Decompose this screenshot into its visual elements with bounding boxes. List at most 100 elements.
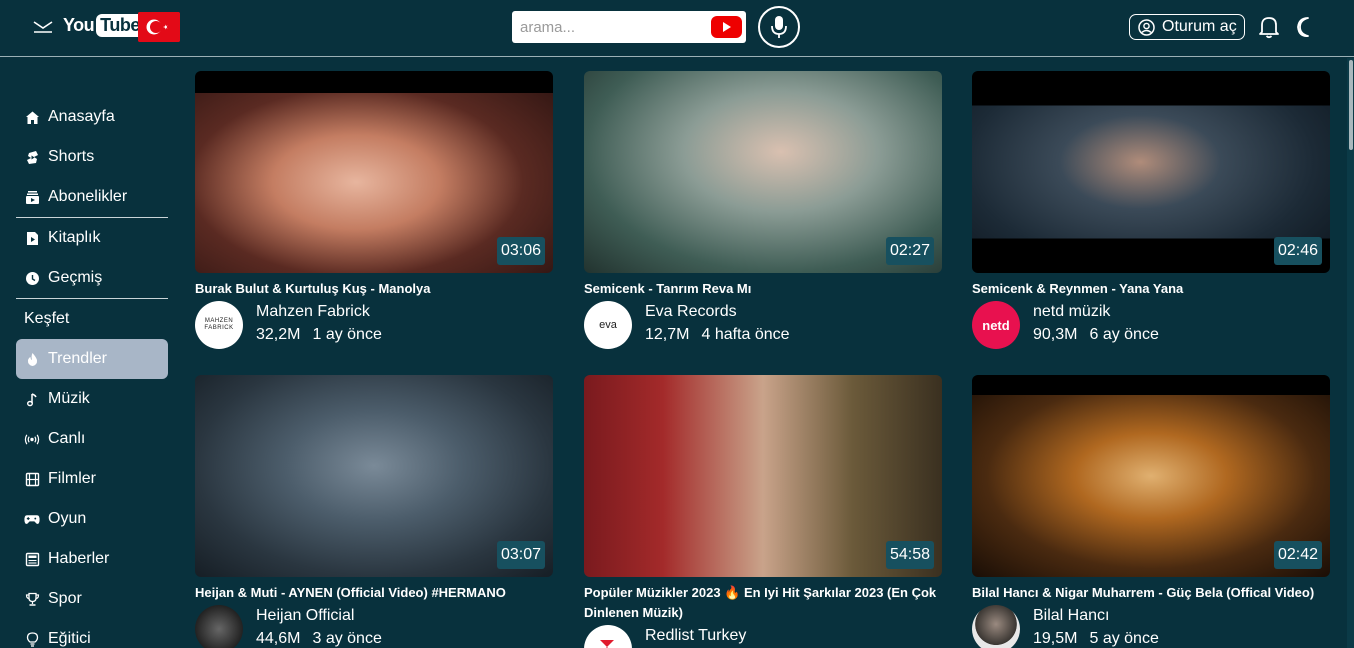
home-icon <box>24 109 40 125</box>
sidebar-item-label: Geçmiş <box>48 269 103 286</box>
sidebar-item-label: Kitaplık <box>48 229 101 246</box>
sidebar: Anasayfa Shorts Abonelikler Kitaplık Geç… <box>16 97 168 648</box>
youtube-play-icon <box>723 22 731 32</box>
lightbulb-icon <box>24 631 40 647</box>
video-card[interactable]: 02:27 Semicenk - Tanrım Reva Mı eva Eva … <box>584 71 942 349</box>
login-button[interactable]: Oturum aç <box>1129 14 1245 40</box>
shorts-icon <box>24 149 40 165</box>
user-icon <box>1138 18 1155 36</box>
sidebar-item-history[interactable]: Geçmiş <box>16 258 168 298</box>
sidebar-item-label: Shorts <box>48 148 95 165</box>
library-icon <box>24 230 40 246</box>
search-box <box>512 11 746 43</box>
channel-name[interactable]: Eva Records <box>645 301 790 323</box>
sidebar-item-shorts[interactable]: Shorts <box>16 137 168 177</box>
video-stats: 90,3M 6 ay önce <box>1033 323 1159 347</box>
sidebar-item-label: Trendler <box>48 350 107 367</box>
video-meta: Bilal Hancı 19,5M 5 ay önce <box>972 605 1330 648</box>
video-card[interactable]: 03:06 Burak Bulut & Kurtuluş Kuş - Manol… <box>195 71 553 349</box>
sidebar-item-sports[interactable]: Spor <box>16 579 168 619</box>
history-icon <box>24 270 40 286</box>
sidebar-item-label: Müzik <box>48 390 90 407</box>
sidebar-item-subscriptions[interactable]: Abonelikler <box>16 177 168 217</box>
login-label: Oturum aç <box>1162 18 1237 35</box>
view-count: 90,3M <box>1033 326 1078 343</box>
video-title[interactable]: Semicenk & Reynmen - Yana Yana <box>972 279 1330 299</box>
subscriptions-icon <box>24 189 40 205</box>
channel-avatar[interactable]: MAHZEN FABRICK <box>195 301 243 349</box>
channel-avatar[interactable] <box>195 605 243 648</box>
channel-name[interactable]: netd müzik <box>1033 301 1159 323</box>
channel-name[interactable]: Mahzen Fabrick <box>256 301 382 323</box>
sidebar-item-live[interactable]: Canlı <box>16 419 168 459</box>
sidebar-item-label: Eğitici <box>48 630 91 647</box>
upload-age: 6 ay önce <box>1089 326 1159 343</box>
menu-chevron-icon[interactable] <box>32 17 54 35</box>
sidebar-item-gaming[interactable]: Oyun <box>16 499 168 539</box>
video-title[interactable]: Burak Bulut & Kurtuluş Kuş - Manolya <box>195 279 553 299</box>
video-thumbnail[interactable]: 02:46 <box>972 71 1330 273</box>
bell-icon[interactable] <box>1258 15 1280 39</box>
video-stats: 44,6M 3 ay önce <box>256 627 382 648</box>
sidebar-item-label: Haberler <box>48 550 110 567</box>
video-title[interactable]: Bilal Hancı & Nigar Muharrem - Güç Bela … <box>972 583 1330 603</box>
top-bar: You Tube Oturum aç <box>0 0 1354 57</box>
avatar-logo-text: MAHZEN FABRICK <box>204 318 234 331</box>
sidebar-item-home[interactable]: Anasayfa <box>16 97 168 137</box>
channel-avatar[interactable]: eva <box>584 301 632 349</box>
video-thumbnail[interactable]: 03:06 <box>195 71 553 273</box>
search-input[interactable] <box>520 17 705 37</box>
logo-you-text: You <box>63 15 95 35</box>
video-duration: 03:07 <box>496 541 545 569</box>
sidebar-item-trending[interactable]: Trendler <box>16 339 168 379</box>
video-card[interactable]: 03:07 Heijan & Muti - AYNEN (Official Vi… <box>195 375 553 648</box>
music-icon <box>24 391 40 407</box>
live-icon <box>24 431 40 447</box>
video-title[interactable]: Semicenk - Tanrım Reva Mı <box>584 279 942 299</box>
video-meta: netd netd müzik 90,3M 6 ay önce <box>972 301 1330 349</box>
avatar-logo-text: netd <box>982 317 1010 333</box>
channel-avatar[interactable] <box>584 625 632 648</box>
sidebar-item-education[interactable]: Eğitici <box>16 619 168 648</box>
video-duration: 02:42 <box>1273 541 1322 569</box>
video-thumbnail[interactable]: 03:07 <box>195 375 553 577</box>
channel-name[interactable]: Heijan Official <box>256 605 382 627</box>
video-card[interactable]: 02:46 Semicenk & Reynmen - Yana Yana net… <box>972 71 1330 349</box>
video-duration: 54:58 <box>885 541 934 569</box>
sidebar-item-label: Spor <box>48 590 82 607</box>
voice-search-button[interactable] <box>758 6 800 48</box>
logo-tube-text: Tube <box>96 14 144 37</box>
sidebar-item-label: Abonelikler <box>48 188 128 205</box>
youtube-logo[interactable]: You Tube <box>63 14 144 37</box>
video-title[interactable]: Heijan & Muti - AYNEN (Official Video) #… <box>195 583 553 603</box>
turkey-flag-icon[interactable] <box>138 12 180 42</box>
video-card[interactable]: 02:42 Bilal Hancı & Nigar Muharrem - Güç… <box>972 375 1330 648</box>
avatar-logo-text: eva <box>599 319 617 331</box>
video-title[interactable]: Popüler Müzikler 2023 🔥 En Iyi Hit Şarkı… <box>584 583 942 623</box>
video-card[interactable]: 54:58 Popüler Müzikler 2023 🔥 En Iyi Hit… <box>584 375 942 648</box>
sidebar-item-library[interactable]: Kitaplık <box>16 218 168 258</box>
upload-age: 1 ay önce <box>312 326 382 343</box>
video-meta: MAHZEN FABRICK Mahzen Fabrick 32,2M 1 ay … <box>195 301 553 349</box>
redlist-logo-icon <box>600 640 614 648</box>
channel-avatar[interactable]: netd <box>972 301 1020 349</box>
channel-name[interactable]: Bilal Hancı <box>1033 605 1159 627</box>
video-meta: Heijan Official 44,6M 3 ay önce <box>195 605 553 648</box>
video-thumbnail[interactable]: 02:27 <box>584 71 942 273</box>
upload-age: 4 hafta önce <box>701 326 790 343</box>
video-stats: 12,7M 4 hafta önce <box>645 323 790 347</box>
sidebar-item-label: Canlı <box>48 430 86 447</box>
moon-icon[interactable] <box>1295 16 1315 38</box>
sidebar-item-movies[interactable]: Filmler <box>16 459 168 499</box>
video-thumbnail[interactable]: 54:58 <box>584 375 942 577</box>
search-button[interactable] <box>711 16 742 38</box>
video-thumbnail[interactable]: 02:42 <box>972 375 1330 577</box>
sidebar-item-news[interactable]: Haberler <box>16 539 168 579</box>
scrollbar-thumb[interactable] <box>1349 60 1353 150</box>
channel-name[interactable]: Redlist Turkey <box>645 625 746 647</box>
channel-avatar[interactable] <box>972 605 1020 648</box>
sidebar-item-music[interactable]: Müzik <box>16 379 168 419</box>
video-duration: 02:27 <box>885 237 934 265</box>
fire-icon <box>24 351 40 367</box>
video-stats: 19,5M 5 ay önce <box>1033 627 1159 648</box>
